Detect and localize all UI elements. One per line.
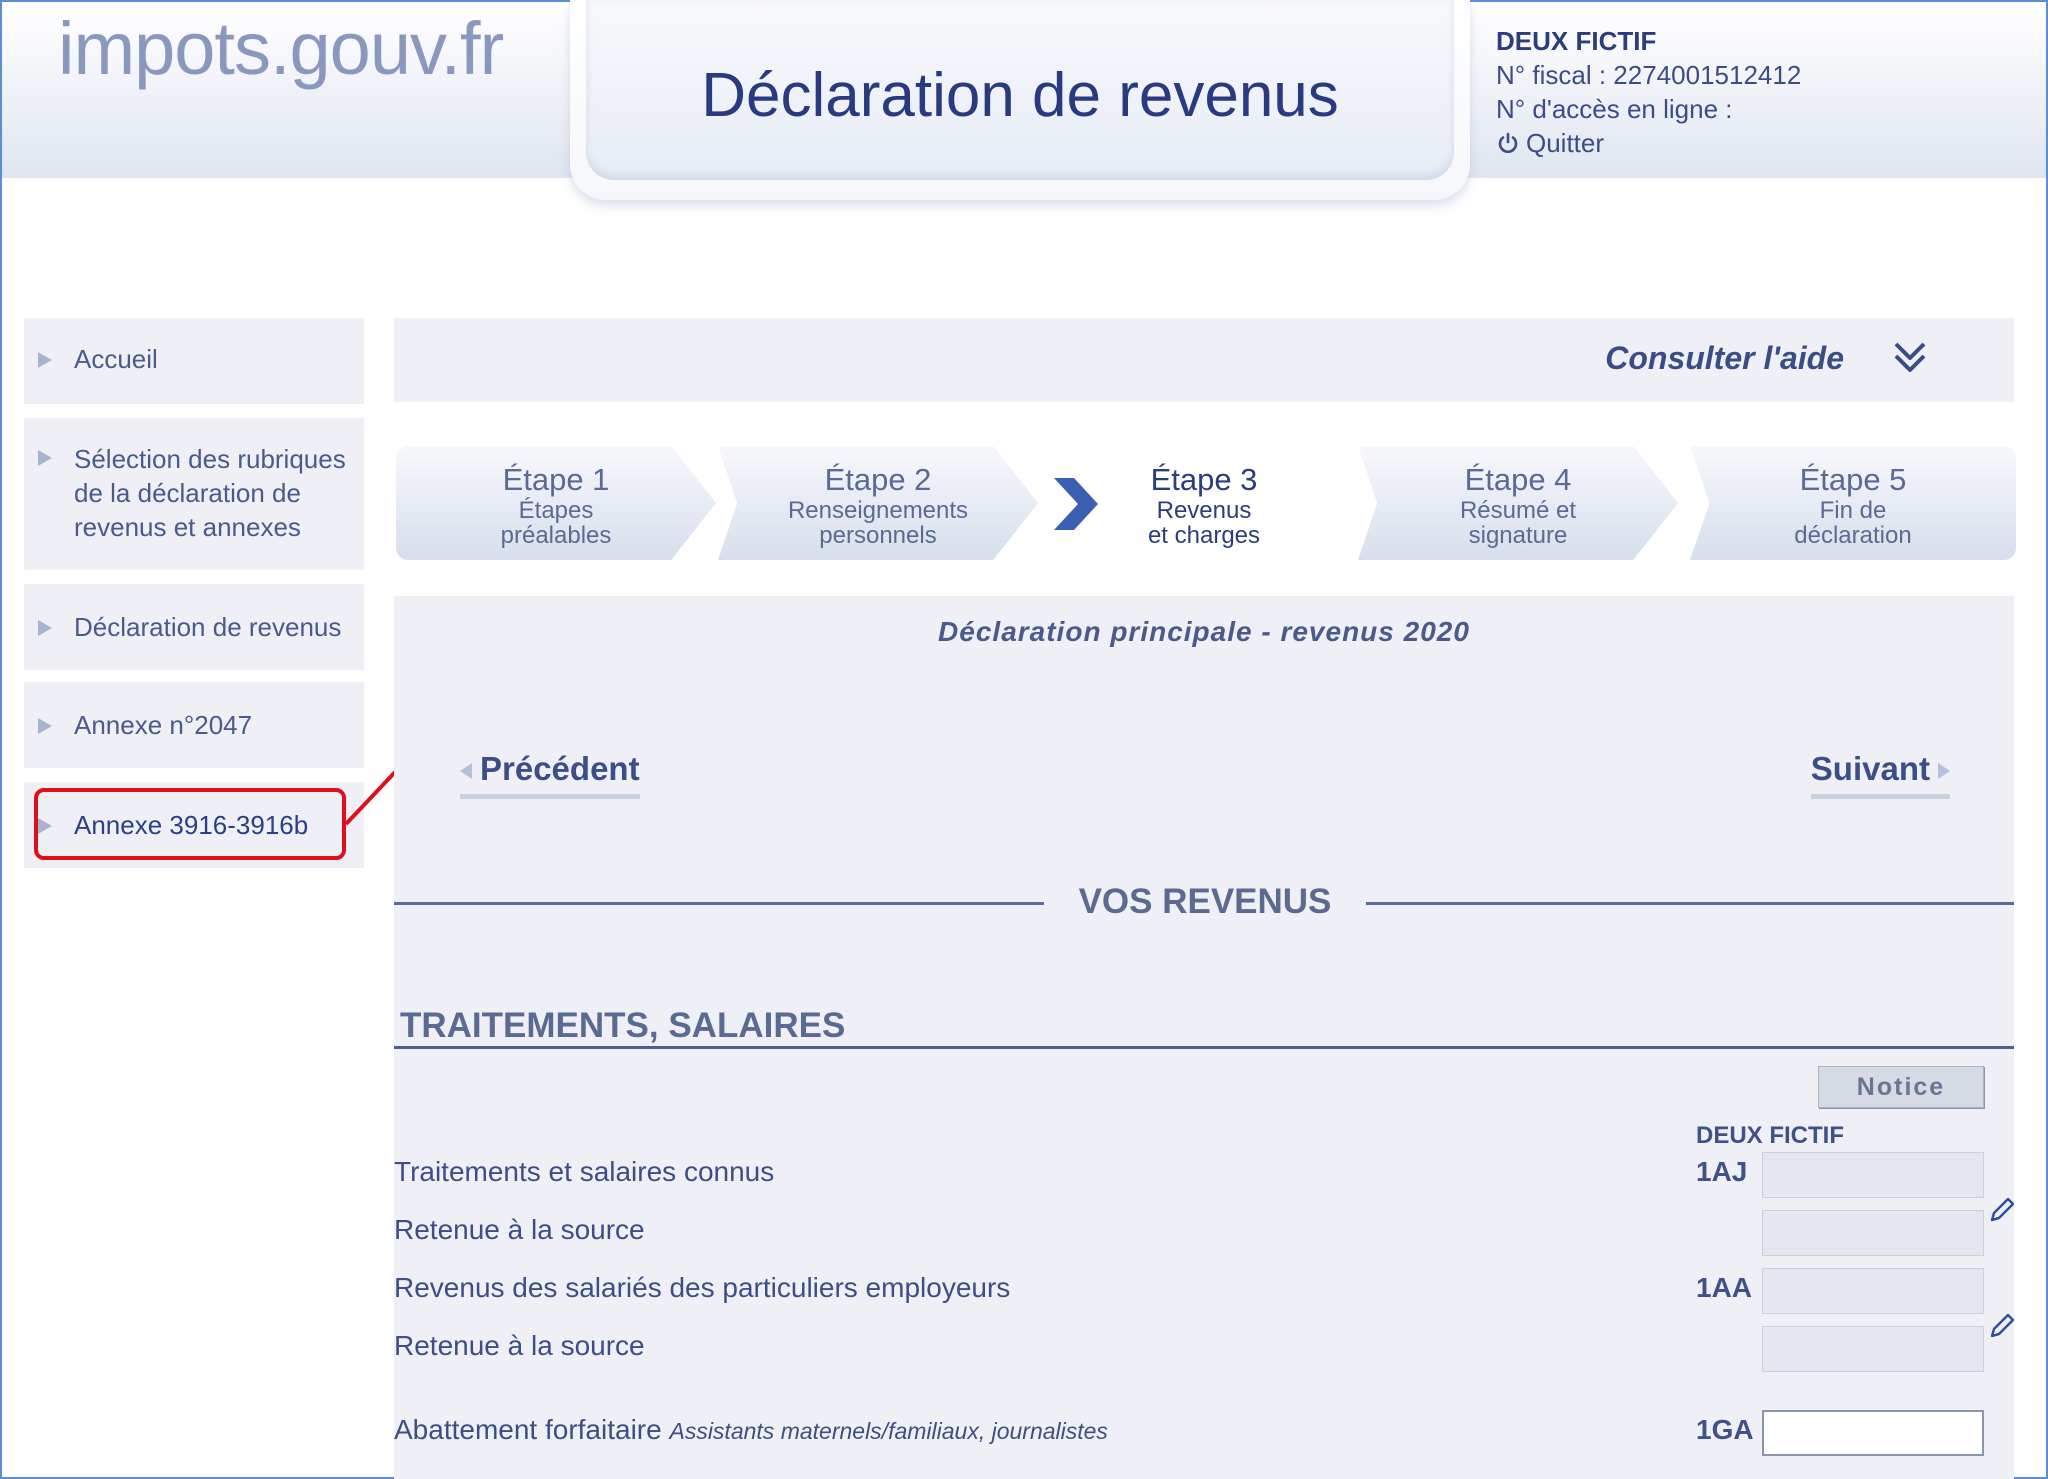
section-title: VOS REVENUS: [1078, 882, 1332, 921]
user-info: DEUX FICTIF N° fiscal : 2274001512412 N°…: [1496, 24, 1801, 160]
sub-heading: TRAITEMENTS, SALAIRES: [400, 1006, 846, 1045]
step-title: Étape 1: [502, 462, 610, 497]
steps-bar: Étape 1 Étapes préalables Étape 2 Rensei…: [396, 446, 2016, 560]
step-3[interactable]: Étape 3 Revenus et charges: [1044, 446, 1364, 560]
divider: [1366, 902, 2014, 905]
step-line: Fin de: [1819, 497, 1887, 524]
step-line: et charges: [1147, 522, 1261, 549]
previous-button[interactable]: Précédent: [460, 750, 640, 799]
sidebar-item-label: Accueil: [74, 344, 158, 374]
double-chevron-down-icon[interactable]: [1890, 338, 1930, 378]
row-label: Revenus des salariés des particuliers em…: [394, 1272, 1011, 1303]
step-line: Étapes: [518, 497, 594, 524]
sidebar-item-declaration-revenus[interactable]: Déclaration de revenus: [24, 584, 364, 670]
next-button[interactable]: Suivant: [1810, 750, 1950, 799]
step-title: Étape 4: [1464, 462, 1572, 497]
row-code: 1GA: [1696, 1414, 1754, 1445]
row-label-main: Abattement forfaitaire: [394, 1414, 662, 1445]
help-bar: Consulter l'aide: [394, 318, 2014, 402]
sidebar-arrow-icon: [38, 450, 52, 466]
title-tab-inner: Déclaration de revenus: [586, 0, 1454, 180]
title-tab: Déclaration de revenus: [570, 0, 1470, 200]
row-label: Retenue à la source: [394, 1330, 645, 1361]
sidebar-item-accueil[interactable]: Accueil: [24, 318, 364, 404]
triangle-left-icon: [460, 763, 472, 780]
field-retenue-source-2[interactable]: [1762, 1326, 1984, 1372]
step-line: Résumé et: [1459, 497, 1577, 524]
previous-label: Précédent: [480, 750, 640, 787]
pencil-icon[interactable]: [1988, 1310, 2016, 1342]
user-name: DEUX FICTIF: [1496, 26, 1657, 56]
step-4[interactable]: Étape 4 Résumé et signature: [1358, 446, 1678, 560]
fiscal-number: N° fiscal : 2274001512412: [1496, 60, 1802, 90]
page-title: Déclaration de revenus: [701, 61, 1339, 130]
row-code: 1AJ: [1696, 1156, 1748, 1187]
navigation-row: Précédent Suivant: [394, 666, 2014, 862]
sidebar-item-label: Déclaration de revenus: [74, 612, 342, 642]
highlight-box: [34, 788, 346, 860]
step-line: signature: [1468, 522, 1568, 549]
row-label: Retenue à la source: [394, 1214, 645, 1245]
quit-link[interactable]: Quitter: [1496, 126, 1801, 160]
revenus-section: VOS REVENUS TRAITEMENTS, SALAIRES Notice…: [394, 862, 2016, 1479]
field-1aa[interactable]: [1762, 1268, 1984, 1314]
row-label: Abattement forfaitaire Assistants matern…: [394, 1414, 1108, 1446]
divider: [394, 1046, 2014, 1049]
column-header: DEUX FICTIF: [1696, 1122, 1844, 1149]
step-line: Revenus: [1156, 497, 1252, 524]
sidebar-arrow-icon: [38, 352, 52, 368]
quit-label: Quitter: [1526, 128, 1605, 158]
step-line: Renseignements: [787, 497, 969, 524]
site-logo[interactable]: impots.gouv.fr: [58, 6, 504, 91]
next-label: Suivant: [1810, 750, 1930, 787]
sidebar-item-annexe-2047[interactable]: Annexe n°2047: [24, 682, 364, 768]
step-1[interactable]: Étape 1 Étapes préalables: [396, 446, 716, 560]
declaration-subtitle: Déclaration principale - revenus 2020: [394, 596, 2014, 666]
sidebar-arrow-icon: [38, 620, 52, 636]
step-line: déclaration: [1794, 522, 1912, 549]
sidebar-item-label: Sélection des rubriques de la déclaratio…: [74, 444, 346, 542]
notice-button[interactable]: Notice: [1818, 1066, 1984, 1108]
row-label: Traitements et salaires connus: [394, 1156, 775, 1187]
step-2[interactable]: Étape 2 Renseignements personnels: [718, 446, 1038, 560]
field-retenue-source-1[interactable]: [1762, 1210, 1984, 1256]
sidebar-item-label: Annexe n°2047: [74, 710, 253, 740]
field-1ga[interactable]: [1762, 1410, 1984, 1456]
step-title: Étape 3: [1150, 462, 1258, 497]
triangle-right-icon: [1938, 763, 1950, 780]
row-code: 1AA: [1696, 1272, 1753, 1303]
step-title: Étape 2: [824, 462, 932, 497]
sidebar-arrow-icon: [38, 718, 52, 734]
help-link[interactable]: Consulter l'aide: [1605, 340, 1844, 377]
step-line: préalables: [500, 522, 612, 549]
row-label-note: Assistants maternels/familiaux, journali…: [669, 1418, 1108, 1444]
step-title: Étape 5: [1799, 462, 1907, 497]
power-icon: [1498, 132, 1518, 153]
step-line: personnels: [819, 522, 937, 549]
field-1aj[interactable]: [1762, 1152, 1984, 1198]
access-number: N° d'accès en ligne :: [1496, 94, 1733, 124]
pencil-icon[interactable]: [1988, 1194, 2016, 1226]
sidebar-item-selection-rubriques[interactable]: Sélection des rubriques de la déclaratio…: [24, 418, 364, 570]
divider: [394, 902, 1044, 905]
step-5[interactable]: Étape 5 Fin de déclaration: [1690, 446, 2016, 560]
